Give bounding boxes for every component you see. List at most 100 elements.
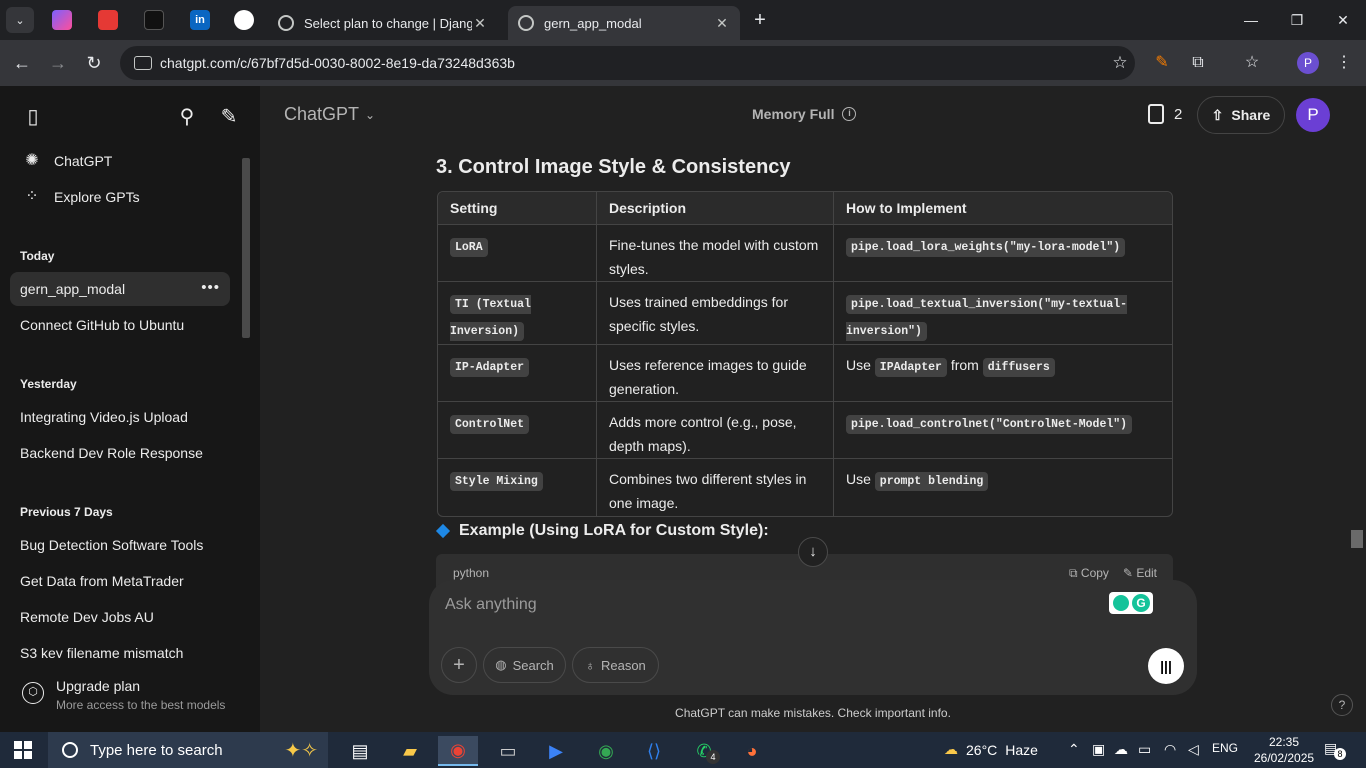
settings-table: Setting Description How to Implement LoR…: [437, 191, 1173, 517]
page-scrollbar[interactable]: [1351, 530, 1363, 548]
copy-button[interactable]: ⧉ Copy: [1069, 566, 1109, 581]
tab-django[interactable]: Select plan to change | Django ✕: [268, 6, 498, 40]
chat-item[interactable]: Connect GitHub to Ubuntu: [10, 308, 230, 342]
chat-item[interactable]: Get Data from MetaTrader: [10, 564, 230, 598]
chat-item[interactable]: Remote Dev Jobs AU: [10, 600, 230, 634]
disclaimer: ChatGPT can make mistakes. Check importa…: [675, 706, 951, 720]
weather-widget[interactable]: ☁ 26°C Haze: [944, 741, 1038, 758]
menu-kebab-icon[interactable]: ⋮: [1332, 51, 1356, 75]
clock[interactable]: 22:35 26/02/2025: [1254, 734, 1314, 766]
code-language-label: python: [453, 566, 490, 580]
table-row: TI (Textual Inversion) Uses trained embe…: [438, 282, 1172, 345]
terminal-icon[interactable]: ▭: [488, 736, 528, 766]
wifi-icon[interactable]: ◠: [1164, 741, 1176, 758]
sidebar-item-chatgpt[interactable]: ✺ ChatGPT: [10, 144, 230, 178]
tab-search-button[interactable]: ⌄: [6, 7, 34, 33]
favorites-icon[interactable]: ☆: [1240, 51, 1264, 75]
reload-button[interactable]: ↻: [82, 51, 106, 75]
implementation-cell: Use IPAdapter from diffusers: [833, 345, 1172, 402]
file-explorer-icon[interactable]: ▰: [390, 736, 430, 766]
chat-item[interactable]: S3 key filename mismatch: [10, 636, 230, 658]
linkedin-icon[interactable]: in: [190, 10, 210, 30]
forward-button[interactable]: →: [46, 51, 70, 75]
browser-profile-avatar[interactable]: P: [1297, 52, 1319, 74]
volume-icon[interactable]: ◁: [1188, 741, 1199, 758]
composer[interactable]: Ask anything G + ◍ Search ♁ Reason |||: [429, 580, 1197, 695]
document-icon: [1148, 104, 1164, 124]
voice-mode-button[interactable]: |||: [1148, 648, 1184, 684]
info-icon[interactable]: i: [842, 107, 857, 121]
pinned-tab-app-icon[interactable]: [52, 10, 72, 30]
chat-item[interactable]: Bug Detection Software Tools: [10, 528, 230, 562]
whatsapp-icon[interactable]: ✆ 4: [684, 736, 724, 766]
chrome-icon[interactable]: ◉: [586, 736, 626, 766]
taskbar-search[interactable]: Type here to search ✦✧: [48, 732, 328, 768]
share-button[interactable]: ⇧ Share: [1197, 96, 1285, 134]
sidebar-toggle-icon[interactable]: ▯: [20, 104, 46, 130]
tab-gern-app-modal[interactable]: gern_app_modal ✕: [508, 6, 740, 40]
restore-button[interactable]: ❐: [1274, 6, 1320, 34]
setting-cell: Style Mixing: [438, 459, 596, 516]
help-button[interactable]: ?: [1331, 694, 1353, 716]
canvas-docs-button[interactable]: 2: [1148, 104, 1182, 124]
openai-logo-icon: ✺: [25, 152, 39, 169]
github-icon[interactable]: [234, 10, 254, 30]
chat-item[interactable]: Integrating Video.js Upload: [10, 400, 230, 434]
language-indicator[interactable]: ENG: [1212, 741, 1238, 755]
url-text[interactable]: chatgpt.com/c/67bf7d5d-0030-8002-8e19-da…: [160, 55, 1105, 71]
site-info-icon[interactable]: [134, 56, 152, 70]
setting-cell: IP-Adapter: [438, 345, 596, 402]
table-header: Setting: [438, 192, 596, 225]
extensions-icon[interactable]: ⧉: [1186, 51, 1210, 75]
browser-tab-bar: ⌄ in Select plan to change | Django ✕ ge…: [0, 0, 1366, 40]
pinned-tab-dark-icon[interactable]: [144, 10, 164, 30]
search-icon: [62, 742, 78, 758]
firefox-icon[interactable]: ◕: [732, 736, 772, 766]
weather-haze-icon: ☁: [944, 741, 958, 757]
new-tab-button[interactable]: +: [748, 8, 772, 32]
chrome-profile-icon[interactable]: ◉: [438, 736, 478, 766]
setting-cell: TI (Textual Inversion): [438, 282, 596, 345]
task-view-icon[interactable]: ▤: [340, 736, 380, 766]
more-options-icon[interactable]: •••: [201, 279, 220, 296]
message-input[interactable]: Ask anything: [445, 596, 537, 614]
minimize-button[interactable]: —: [1228, 6, 1274, 34]
chat-item[interactable]: gern_app_modal •••: [10, 272, 230, 306]
battery-icon[interactable]: ▭: [1138, 741, 1151, 758]
close-window-button[interactable]: ✕: [1320, 6, 1366, 34]
address-bar[interactable]: chatgpt.com/c/67bf7d5d-0030-8002-8e19-da…: [120, 46, 1135, 80]
avatar[interactable]: P: [1296, 98, 1330, 132]
model-selector[interactable]: ChatGPT ⌄: [284, 104, 375, 125]
chevron-up-icon[interactable]: ⌃: [1068, 741, 1080, 758]
pen-extension-icon[interactable]: ✎: [1150, 51, 1174, 75]
cloud-icon[interactable]: ☁: [1114, 741, 1128, 758]
edit-button[interactable]: ✎ Edit: [1123, 566, 1157, 581]
powershell-icon[interactable]: ▶: [536, 736, 576, 766]
sidebar-item-explore-gpts[interactable]: ⁘ Explore GPTs: [10, 180, 230, 214]
attach-button[interactable]: +: [441, 647, 477, 683]
search-button[interactable]: ◍ Search: [483, 647, 566, 683]
close-icon[interactable]: ✕: [714, 15, 730, 32]
windows-taskbar: Type here to search ✦✧ ▤ ▰ ◉ ▭ ▶ ◉ ⟨⟩ ✆ 4…: [0, 732, 1366, 768]
table-row: ControlNet Adds more control (e.g., pose…: [438, 402, 1172, 459]
new-chat-icon[interactable]: ✎: [216, 104, 242, 130]
pinned-tab-red-icon[interactable]: [98, 10, 118, 30]
sidebar-scrollbar[interactable]: [242, 158, 250, 338]
search-icon[interactable]: ⚲: [174, 104, 200, 130]
vscode-icon[interactable]: ⟨⟩: [634, 736, 674, 766]
upgrade-plan-button[interactable]: ⬡ Upgrade plan More access to the best m…: [0, 660, 260, 732]
chat-item[interactable]: Backend Dev Role Response: [10, 436, 230, 470]
windows-start-icon[interactable]: [14, 741, 32, 759]
camera-icon[interactable]: ▣: [1092, 741, 1105, 758]
notification-center-icon[interactable]: ▤ 8: [1324, 740, 1346, 760]
back-button[interactable]: ←: [10, 51, 34, 75]
notification-badge: 4: [706, 750, 720, 764]
memory-status[interactable]: Memory Full i: [752, 106, 857, 122]
table-header: Description: [596, 192, 833, 225]
scroll-to-bottom-button[interactable]: ↓: [798, 537, 828, 567]
close-icon[interactable]: ✕: [472, 15, 488, 32]
reason-button[interactable]: ♁ Reason: [572, 647, 659, 683]
grammarly-icon[interactable]: G: [1109, 592, 1153, 614]
section-title-previous-7-days: Previous 7 Days: [20, 505, 113, 519]
bookmark-star-icon[interactable]: ☆: [1105, 53, 1135, 73]
